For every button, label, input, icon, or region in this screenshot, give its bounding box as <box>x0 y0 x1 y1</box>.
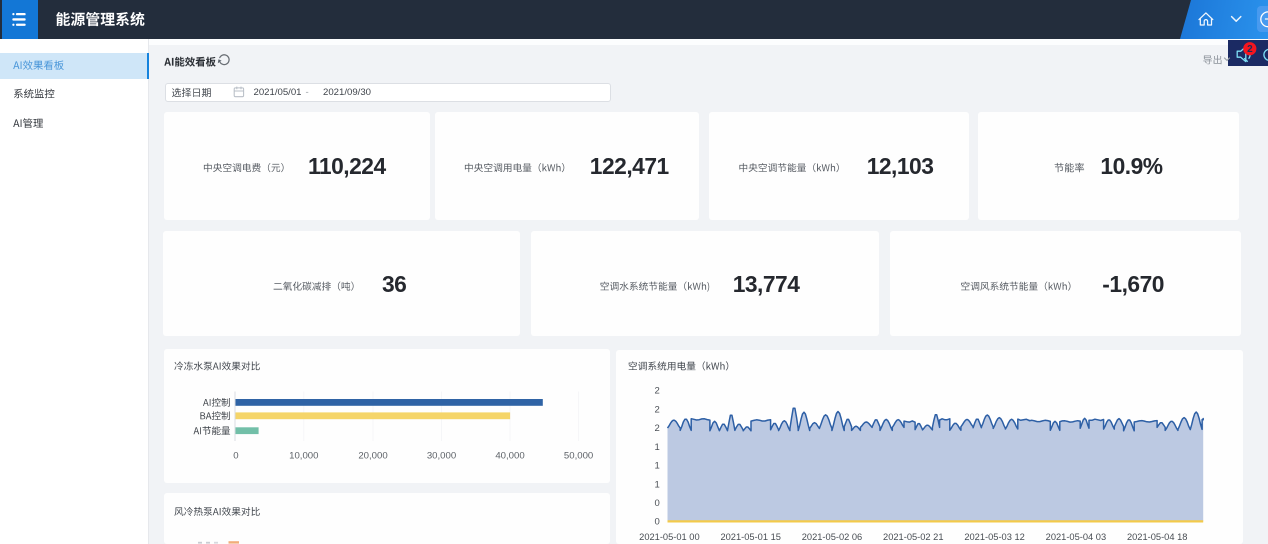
svg-text:30,000: 30,000 <box>427 451 456 462</box>
svg-text:2021-05-04 03: 2021-05-04 03 <box>1046 532 1106 542</box>
svg-text:2021-05-01 00: 2021-05-01 00 <box>639 532 699 542</box>
svg-text:2021-05-02 21: 2021-05-02 21 <box>883 532 943 542</box>
svg-text:2: 2 <box>655 404 660 415</box>
svg-text:2021-05-03 12: 2021-05-03 12 <box>964 532 1024 542</box>
svg-text:50,000: 50,000 <box>564 451 593 462</box>
svg-text:2: 2 <box>655 386 660 397</box>
svg-text:0: 0 <box>655 517 660 528</box>
svg-text:1: 1 <box>655 442 660 453</box>
svg-text:2: 2 <box>1247 44 1253 55</box>
svg-text:40,000: 40,000 <box>495 451 524 462</box>
svg-text:2021-05-02 06: 2021-05-02 06 <box>802 532 862 542</box>
svg-text:0: 0 <box>655 498 660 509</box>
svg-text:0: 0 <box>233 451 238 462</box>
svg-text:2021-05-01 15: 2021-05-01 15 <box>720 532 780 542</box>
svg-text:1: 1 <box>655 461 660 472</box>
svg-text:2021-05-04 18: 2021-05-04 18 <box>1127 532 1187 542</box>
svg-text:10,000: 10,000 <box>289 451 318 462</box>
svg-text:1: 1 <box>655 479 660 490</box>
svg-text:2: 2 <box>655 423 660 434</box>
svg-text:20,000: 20,000 <box>358 451 387 462</box>
